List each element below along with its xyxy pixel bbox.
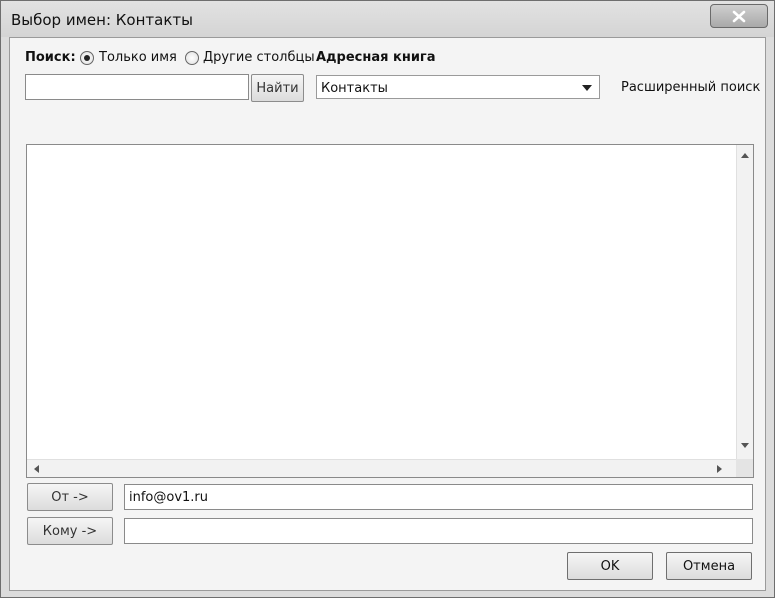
radio-name-only-label[interactable]: Только имя (99, 50, 177, 65)
close-icon (732, 10, 746, 23)
to-button[interactable]: Кому -> (27, 517, 113, 545)
dialog-body: Поиск: Только имя Другие столбцы Адресна… (9, 37, 766, 591)
search-input[interactable] (25, 74, 249, 100)
address-book-value: Контакты (321, 81, 388, 96)
title-bar[interactable]: Выбор имен: Контакты (1, 1, 774, 37)
select-names-dialog: Выбор имен: Контакты Поиск: Только имя Д… (0, 0, 775, 598)
close-button[interactable] (710, 4, 768, 28)
from-button[interactable]: От -> (27, 483, 113, 511)
arrow-up-icon[interactable] (741, 153, 749, 158)
find-button[interactable]: Найти (251, 74, 304, 102)
vertical-scrollbar[interactable] (736, 145, 753, 459)
ok-button[interactable]: OK (567, 552, 653, 580)
search-label: Поиск: (25, 50, 76, 65)
horizontal-scrollbar[interactable] (27, 459, 736, 477)
from-field[interactable] (124, 484, 753, 510)
contacts-list[interactable] (26, 144, 754, 478)
radio-other-columns[interactable] (185, 51, 199, 65)
address-book-label: Адресная книга (316, 50, 436, 65)
to-field[interactable] (124, 518, 753, 544)
cancel-button[interactable]: Отмена (666, 552, 752, 580)
radio-name-only[interactable] (80, 51, 94, 65)
arrow-left-icon[interactable] (34, 465, 39, 473)
arrow-down-icon[interactable] (741, 443, 749, 448)
window-title: Выбор имен: Контакты (11, 11, 193, 29)
radio-other-columns-label[interactable]: Другие столбцы (203, 50, 315, 65)
scrollbar-corner (736, 459, 753, 477)
arrow-right-icon[interactable] (717, 465, 722, 473)
address-book-dropdown[interactable]: Контакты (316, 75, 600, 99)
chevron-down-icon (582, 85, 592, 91)
advanced-search-link[interactable]: Расширенный поиск (621, 80, 760, 95)
